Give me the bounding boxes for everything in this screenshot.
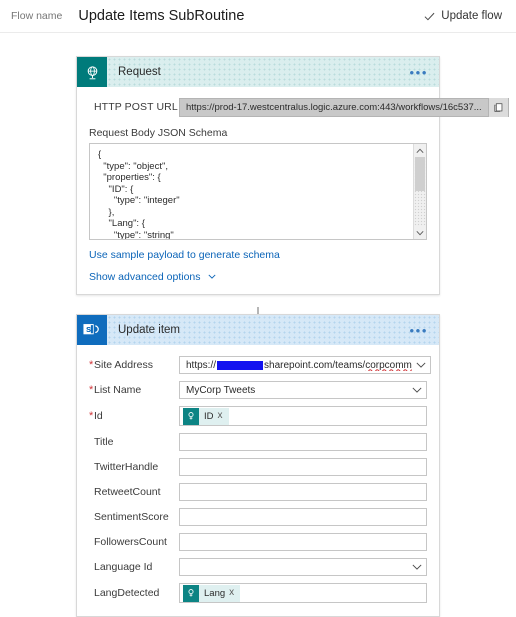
chevron-down-icon[interactable] (408, 564, 422, 570)
request-body-schema-label: Request Body JSON Schema (89, 127, 228, 139)
token-remove-icon[interactable]: x (229, 588, 240, 598)
list-name-control: MyCorp Tweets (179, 381, 427, 399)
request-card-body: HTTP POST URL https://prod-17.westcentra… (77, 87, 509, 294)
update-item-card[interactable]: S S Update item ••• Site Address https:/… (76, 314, 440, 617)
request-body-schema-box[interactable]: { "type": "object", "properties": { "ID"… (89, 143, 427, 240)
list-name-label: List Name (89, 384, 179, 397)
scroll-down-icon[interactable] (414, 226, 426, 239)
globe-request-icon (77, 57, 107, 87)
site-address-control: https:// sharepoint.com/teams/ corpcomm (179, 356, 431, 374)
id-control: ID x (179, 406, 427, 426)
twitter-handle-label: TwitterHandle (94, 460, 159, 473)
retweet-count-label: RetweetCount (94, 485, 161, 498)
title-control (179, 433, 427, 451)
scroll-up-icon[interactable] (414, 144, 426, 157)
flow-canvas: Request ••• HTTP POST URL https://prod-1… (0, 33, 516, 617)
field-row-twitter-handle: TwitterHandle (89, 458, 427, 476)
show-advanced-options-link[interactable]: Show advanced options (89, 271, 201, 283)
field-row-lang-detected: LangDetected Lang x (89, 583, 427, 603)
list-name-dropdown[interactable]: MyCorp Tweets (179, 381, 427, 399)
update-item-card-header[interactable]: S S Update item ••• (77, 315, 439, 345)
id-input[interactable]: ID x (179, 406, 427, 426)
http-post-url-field[interactable]: https://prod-17.westcentralus.logic.azur… (179, 98, 509, 117)
dynamic-content-token[interactable]: Lang x (183, 584, 241, 602)
sentiment-score-input[interactable] (179, 508, 427, 526)
field-row-title: Title (89, 433, 427, 451)
update-flow-button[interactable]: Update flow (424, 10, 506, 22)
followers-count-label: FollowersCount (94, 535, 167, 548)
site-address-dropdown[interactable]: https:// sharepoint.com/teams/ corpcomm (179, 356, 431, 374)
title-input[interactable] (179, 433, 427, 451)
retweet-count-input[interactable] (179, 483, 427, 501)
check-icon (424, 11, 435, 22)
site-address-prefix: https:// (186, 359, 217, 371)
flow-title: Update Items SubRoutine (78, 8, 245, 24)
field-row-list-name: List Name MyCorp Tweets (89, 381, 427, 399)
field-row-id: Id ID x (89, 406, 427, 426)
svg-text:S: S (86, 324, 91, 333)
field-row-followers-count: FollowersCount (89, 533, 427, 551)
followers-count-input[interactable] (179, 533, 427, 551)
dynamic-content-icon (183, 407, 199, 425)
site-address-label: Site Address (89, 359, 179, 372)
http-post-url-value: https://prod-17.westcentralus.logic.azur… (186, 102, 482, 113)
copy-icon[interactable] (487, 98, 508, 117)
scroll-thumb[interactable] (415, 157, 425, 191)
http-post-url-label: HTTP POST URL (94, 101, 178, 114)
field-row-sentiment-score: SentimentScore (89, 508, 427, 526)
site-address-suffix: sharepoint.com/teams/ (264, 359, 366, 371)
dynamic-content-icon (183, 584, 199, 602)
request-body-schema-value[interactable]: { "type": "object", "properties": { "ID"… (90, 144, 426, 239)
language-id-label: Language Id (94, 560, 153, 573)
sample-payload-row: Use sample payload to generate schema (89, 249, 427, 261)
list-name-value: MyCorp Tweets (186, 384, 256, 396)
http-post-url-control: https://prod-17.westcentralus.logic.azur… (179, 98, 509, 117)
site-address-suffix-misspelled: corpcomm (365, 359, 412, 371)
chevron-down-icon[interactable] (208, 270, 216, 282)
twitter-handle-input[interactable] (179, 458, 427, 476)
request-card-title: Request (118, 66, 161, 78)
dynamic-content-token[interactable]: ID x (183, 407, 229, 425)
token-remove-icon[interactable]: x (218, 411, 229, 421)
retweet-count-control (179, 483, 427, 501)
token-label: Lang (204, 587, 226, 599)
sharepoint-icon: S S (77, 315, 107, 345)
lang-detected-label: LangDetected (94, 586, 160, 599)
use-sample-payload-link[interactable]: Use sample payload to generate schema (89, 249, 280, 261)
followers-count-control (179, 533, 427, 551)
update-flow-label: Update flow (441, 10, 502, 22)
request-card-header[interactable]: Request ••• (77, 57, 439, 87)
http-post-url-row: HTTP POST URL https://prod-17.westcentra… (89, 98, 509, 117)
field-row-language-id: Language Id (89, 558, 427, 576)
request-card-menu-button[interactable]: ••• (410, 57, 439, 87)
chevron-down-icon[interactable] (412, 362, 426, 368)
request-card[interactable]: Request ••• HTTP POST URL https://prod-1… (76, 56, 509, 295)
sentiment-score-control (179, 508, 427, 526)
language-id-control (179, 558, 427, 576)
twitter-handle-control (179, 458, 427, 476)
chevron-down-icon[interactable] (408, 387, 422, 393)
id-label: Id (89, 410, 179, 423)
language-id-dropdown[interactable] (179, 558, 427, 576)
update-item-card-title: Update item (118, 324, 181, 336)
scroll-track[interactable] (414, 157, 426, 226)
sentiment-score-label: SentimentScore (94, 510, 169, 523)
token-label: ID (204, 410, 214, 422)
advanced-options-row: Show advanced options (89, 270, 427, 283)
lang-detected-input[interactable]: Lang x (179, 583, 427, 603)
lang-detected-control: Lang x (179, 583, 427, 603)
title-label: Title (94, 435, 114, 448)
site-address-value: https:// sharepoint.com/teams/ corpcomm (186, 360, 412, 371)
flow-name-label: Flow name (11, 10, 63, 22)
update-item-card-body: Site Address https:// sharepoint.com/tea… (77, 345, 439, 616)
field-row-retweet-count: RetweetCount (89, 483, 427, 501)
field-row-site-address: Site Address https:// sharepoint.com/tea… (89, 356, 431, 374)
schema-scrollbar[interactable] (413, 144, 426, 239)
update-item-card-menu-button[interactable]: ••• (410, 315, 439, 345)
redaction-block (217, 360, 264, 370)
top-bar: Flow name Update Items SubRoutine Update… (0, 0, 516, 33)
